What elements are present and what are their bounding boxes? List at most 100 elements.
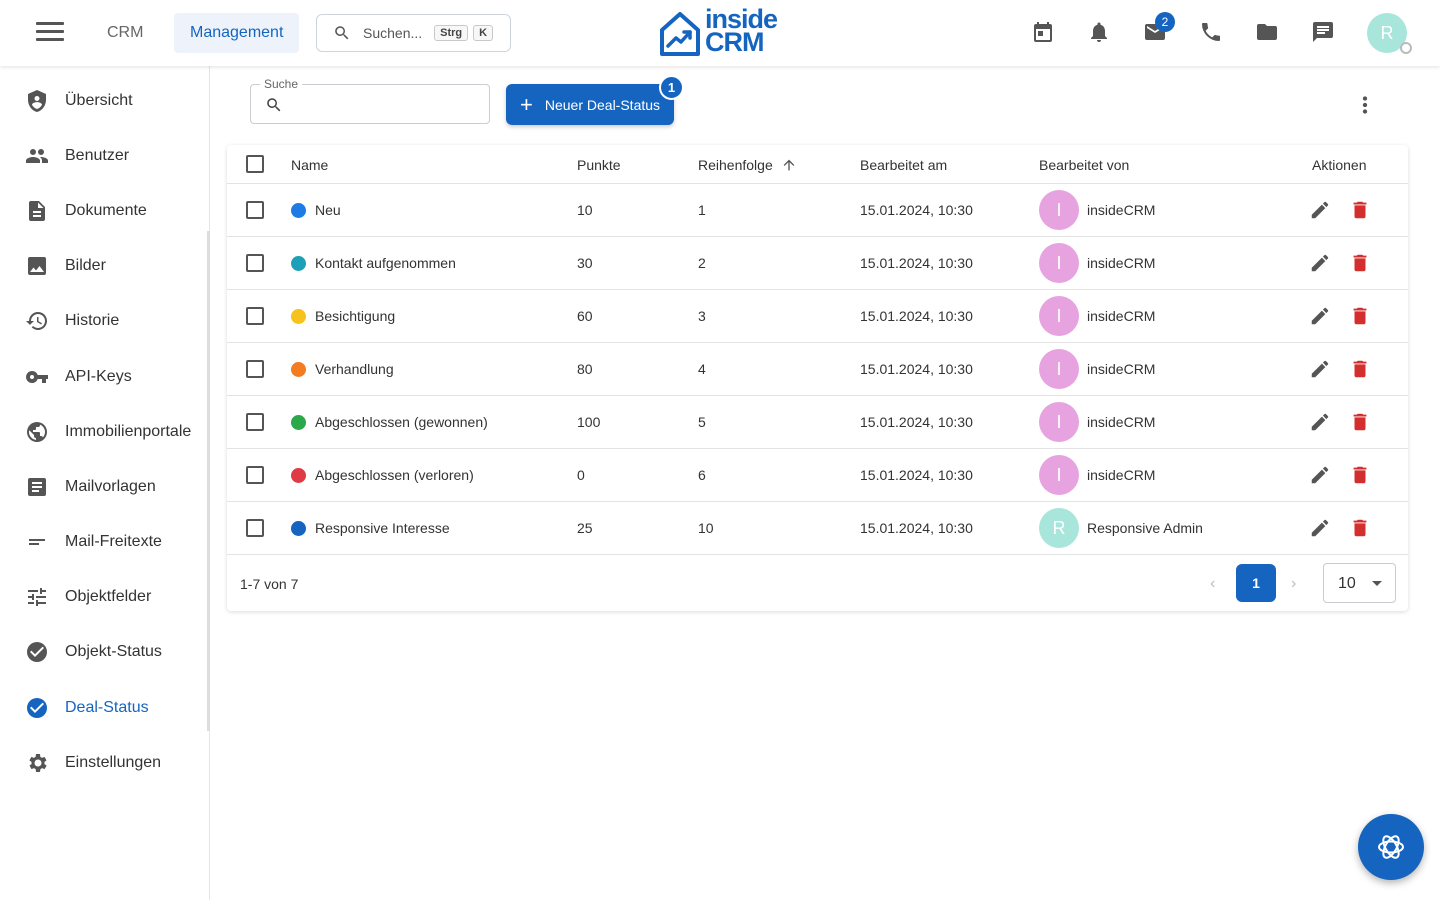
mail-icon[interactable]: 2 [1143, 12, 1175, 46]
sort-arrow-up-icon [783, 159, 794, 171]
page-size-select[interactable]: 10 [1323, 563, 1396, 603]
search-icon [267, 98, 281, 112]
cell-reihenfolge: 2 [698, 255, 706, 271]
edit-icon[interactable] [1309, 464, 1331, 486]
delete-icon[interactable] [1349, 517, 1371, 539]
cell-reihenfolge: 5 [698, 414, 706, 430]
table-row[interactable]: Besichtigung 60 3 15.01.2024, 10:30 IinsideC… [227, 290, 1408, 343]
cell-reihenfolge: 10 [698, 520, 714, 536]
short-text-icon [25, 530, 49, 554]
column-name[interactable]: Name [291, 157, 328, 173]
cell-punkte: 10 [577, 202, 593, 218]
table-row[interactable]: Neu 10 1 15.01.2024, 10:30 IinsideCRM [227, 184, 1408, 237]
cell-bearbeitet-am: 15.01.2024, 10:30 [860, 361, 973, 377]
edit-icon[interactable] [1309, 305, 1331, 327]
row-checkbox[interactable] [246, 360, 264, 378]
plus-icon: + [520, 91, 533, 117]
chevron-left-icon[interactable]: ‹ [1210, 575, 1215, 593]
edit-icon[interactable] [1309, 252, 1331, 274]
cell-name: Neu [315, 202, 341, 218]
history-icon [25, 309, 49, 333]
user-avatar[interactable]: R [1367, 13, 1412, 54]
delete-icon[interactable] [1349, 305, 1371, 327]
calendar-icon[interactable] [1031, 20, 1057, 46]
cell-bearbeitet-von: insideCRM [1087, 361, 1156, 377]
sidebar-item-einstellungen[interactable]: Einstellungen [0, 738, 209, 788]
delete-icon[interactable] [1349, 252, 1371, 274]
table-row[interactable]: Kontakt aufgenommen 30 2 15.01.2024, 10:30 I… [227, 237, 1408, 290]
table-header: Name Punkte Reihenfolge Bearbeitet am Be… [227, 145, 1408, 184]
bell-icon[interactable] [1087, 20, 1113, 46]
phone-icon[interactable] [1199, 20, 1225, 46]
sidebar-item-label: Historie [65, 312, 120, 329]
shortcut-key-k: K [473, 25, 494, 41]
cell-bearbeitet-am: 15.01.2024, 10:30 [860, 467, 973, 483]
cell-name: Besichtigung [315, 308, 396, 324]
search-placeholder: Suchen... [363, 25, 423, 41]
page-button-current[interactable]: 1 [1236, 564, 1276, 602]
sidebar-item-objektfelder[interactable]: Objektfelder [0, 572, 209, 622]
column-bearbeitet-von[interactable]: Bearbeitet von [1039, 157, 1129, 173]
chevron-right-icon[interactable]: › [1291, 575, 1296, 593]
cell-bearbeitet-von: insideCRM [1087, 202, 1156, 218]
delete-icon[interactable] [1349, 411, 1371, 433]
chat-icon[interactable] [1311, 20, 1337, 46]
gear-icon [25, 751, 49, 775]
row-checkbox[interactable] [246, 254, 264, 272]
row-checkbox[interactable] [246, 466, 264, 484]
status-color-dot [291, 309, 306, 324]
sidebar-item-immobilienportale[interactable]: Immobilienportale [0, 407, 209, 457]
edit-icon[interactable] [1309, 358, 1331, 380]
delete-icon[interactable] [1349, 464, 1371, 486]
sidebar-item-label: Dokumente [65, 202, 147, 219]
sidebar-item-api-keys[interactable]: API-Keys [0, 352, 209, 402]
status-color-dot [291, 521, 306, 536]
folder-icon[interactable] [1255, 20, 1281, 46]
logo[interactable]: inside CRM [658, 6, 788, 58]
sidebar-item-mailvorlagen[interactable]: Mailvorlagen [0, 462, 209, 512]
column-bearbeitet-am[interactable]: Bearbeitet am [860, 157, 947, 173]
delete-icon[interactable] [1349, 199, 1371, 221]
edit-icon[interactable] [1309, 199, 1331, 221]
delete-icon[interactable] [1349, 358, 1371, 380]
table-search-field[interactable]: Suche [250, 77, 490, 124]
sidebar-item-label: Mail-Freitexte [65, 533, 162, 550]
table-row[interactable]: Abgeschlossen (verloren) 0 6 15.01.2024, 10… [227, 449, 1408, 502]
page-size-value: 10 [1338, 575, 1356, 592]
cell-bearbeitet-am: 15.01.2024, 10:30 [860, 308, 973, 324]
sidebar-item-dokumente[interactable]: Dokumente [0, 186, 209, 236]
more-vert-icon[interactable] [1352, 92, 1378, 118]
table-row[interactable]: Responsive Interesse 25 10 15.01.2024, 10:3… [227, 502, 1408, 555]
row-checkbox[interactable] [246, 413, 264, 431]
sidebar-item-deal-status[interactable]: Deal-Status [0, 683, 209, 733]
sidebar-item-historie[interactable]: Historie [0, 296, 209, 346]
row-checkbox[interactable] [246, 519, 264, 537]
row-checkbox[interactable] [246, 307, 264, 325]
sidebar-item-objekt-status[interactable]: Objekt-Status [0, 627, 209, 677]
select-all-checkbox[interactable] [246, 155, 264, 173]
sidebar-item-bilder[interactable]: Bilder [0, 241, 209, 291]
row-checkbox[interactable] [246, 201, 264, 219]
table-row[interactable]: Abgeschlossen (gewonnen) 100 5 15.01.2024, … [227, 396, 1408, 449]
column-punkte[interactable]: Punkte [577, 157, 621, 173]
sidebar-item-benutzer[interactable]: Benutzer [0, 131, 209, 181]
column-reihenfolge[interactable]: Reihenfolge [698, 157, 797, 173]
table-row[interactable]: Verhandlung 80 4 15.01.2024, 10:30 IinsideCR… [227, 343, 1408, 396]
global-search[interactable]: Suchen... Strg K [316, 14, 511, 52]
menu-icon[interactable] [36, 22, 64, 44]
sidebar-item-label: Deal-Status [65, 699, 149, 716]
tab-crm[interactable]: CRM [91, 13, 159, 53]
sidebar-item-mail-freitexte[interactable]: Mail-Freitexte [0, 517, 209, 567]
new-deal-status-button[interactable]: + Neuer Deal-Status [506, 84, 674, 125]
cell-bearbeitet-von: Responsive Admin [1087, 520, 1203, 536]
edit-icon[interactable] [1309, 411, 1331, 433]
search-input[interactable] [291, 93, 481, 117]
table-pagination: 1-7 von 7 ‹ 1 › 10 [227, 555, 1408, 611]
sidebar-item-label: Objekt-Status [65, 643, 162, 660]
ai-assistant-button[interactable] [1358, 814, 1424, 880]
check-circle-icon [25, 640, 49, 664]
tab-management[interactable]: Management [174, 13, 300, 53]
edit-icon[interactable] [1309, 517, 1331, 539]
sidebar-item-uebersicht[interactable]: Übersicht [0, 76, 209, 126]
status-color-dot [291, 203, 306, 218]
